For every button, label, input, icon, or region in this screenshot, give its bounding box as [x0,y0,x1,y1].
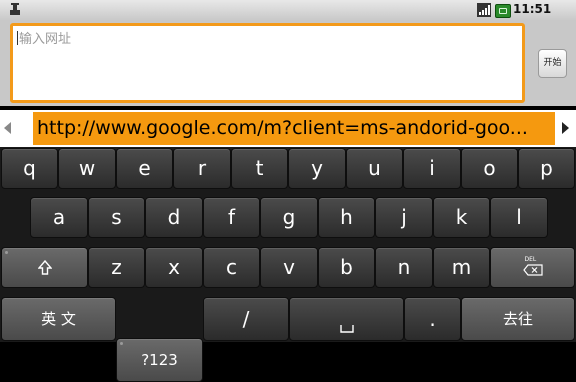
suggestion-item[interactable]: http://www.google.com/m?client=ms-andori… [33,112,555,145]
delete-icon: DEL [522,256,543,278]
key-b[interactable]: b [318,247,375,288]
key-v[interactable]: v [260,247,318,288]
key-h[interactable]: h [318,197,375,238]
key-g[interactable]: g [260,197,318,238]
key-e[interactable]: e [116,148,173,189]
key-period[interactable]: . [404,297,461,341]
key-l[interactable]: l [490,197,548,238]
text-caret [17,31,18,45]
key-slash[interactable]: / [203,297,289,341]
shift-key[interactable] [1,247,88,288]
scroll-right-arrow-icon[interactable] [562,122,569,134]
space-icon [340,325,354,333]
key-j[interactable]: j [375,197,433,238]
suggestion-strip: http://www.google.com/m?client=ms-andori… [0,110,576,147]
go-button[interactable]: 开始 [538,49,567,78]
key-m[interactable]: m [433,247,490,288]
signal-strength-icon [477,3,491,17]
key-d[interactable]: d [145,197,203,238]
key-w[interactable]: w [58,148,116,189]
scroll-left-arrow-icon[interactable] [4,122,11,134]
key-i[interactable]: i [403,148,461,189]
status-time: 11:51 [513,2,552,16]
url-placeholder: 输入网址 [19,32,72,47]
key-q[interactable]: q [1,148,58,189]
usb-notification-icon [10,3,20,15]
battery-icon [495,4,511,18]
key-s[interactable]: s [88,197,145,238]
language-key[interactable]: 英 文 [1,297,116,341]
key-a[interactable]: a [30,197,88,238]
url-input[interactable]: 输入网址 [10,23,525,103]
key-t[interactable]: t [231,148,288,189]
url-entry-panel: 输入网址 开始 [0,20,576,106]
key-z[interactable]: z [88,247,145,288]
key-n[interactable]: n [375,247,433,288]
symbols-key[interactable]: ?123 [116,338,203,382]
key-r[interactable]: r [173,148,231,189]
go-key[interactable]: 去往 [461,297,575,341]
key-c[interactable]: c [203,247,260,288]
shift-icon [36,259,53,275]
key-f[interactable]: f [203,197,260,238]
soft-keyboard: q w e r t y u i o p a s d f g h j k l z … [0,147,576,382]
key-y[interactable]: y [288,148,346,189]
status-bar: 11:51 [0,0,576,20]
delete-label: DEL [524,256,537,263]
key-u[interactable]: u [346,148,403,189]
delete-key[interactable]: DEL [490,247,575,288]
space-key[interactable] [289,297,404,341]
key-p[interactable]: p [518,148,575,189]
key-o[interactable]: o [461,148,518,189]
key-k[interactable]: k [433,197,490,238]
key-x[interactable]: x [145,247,203,288]
